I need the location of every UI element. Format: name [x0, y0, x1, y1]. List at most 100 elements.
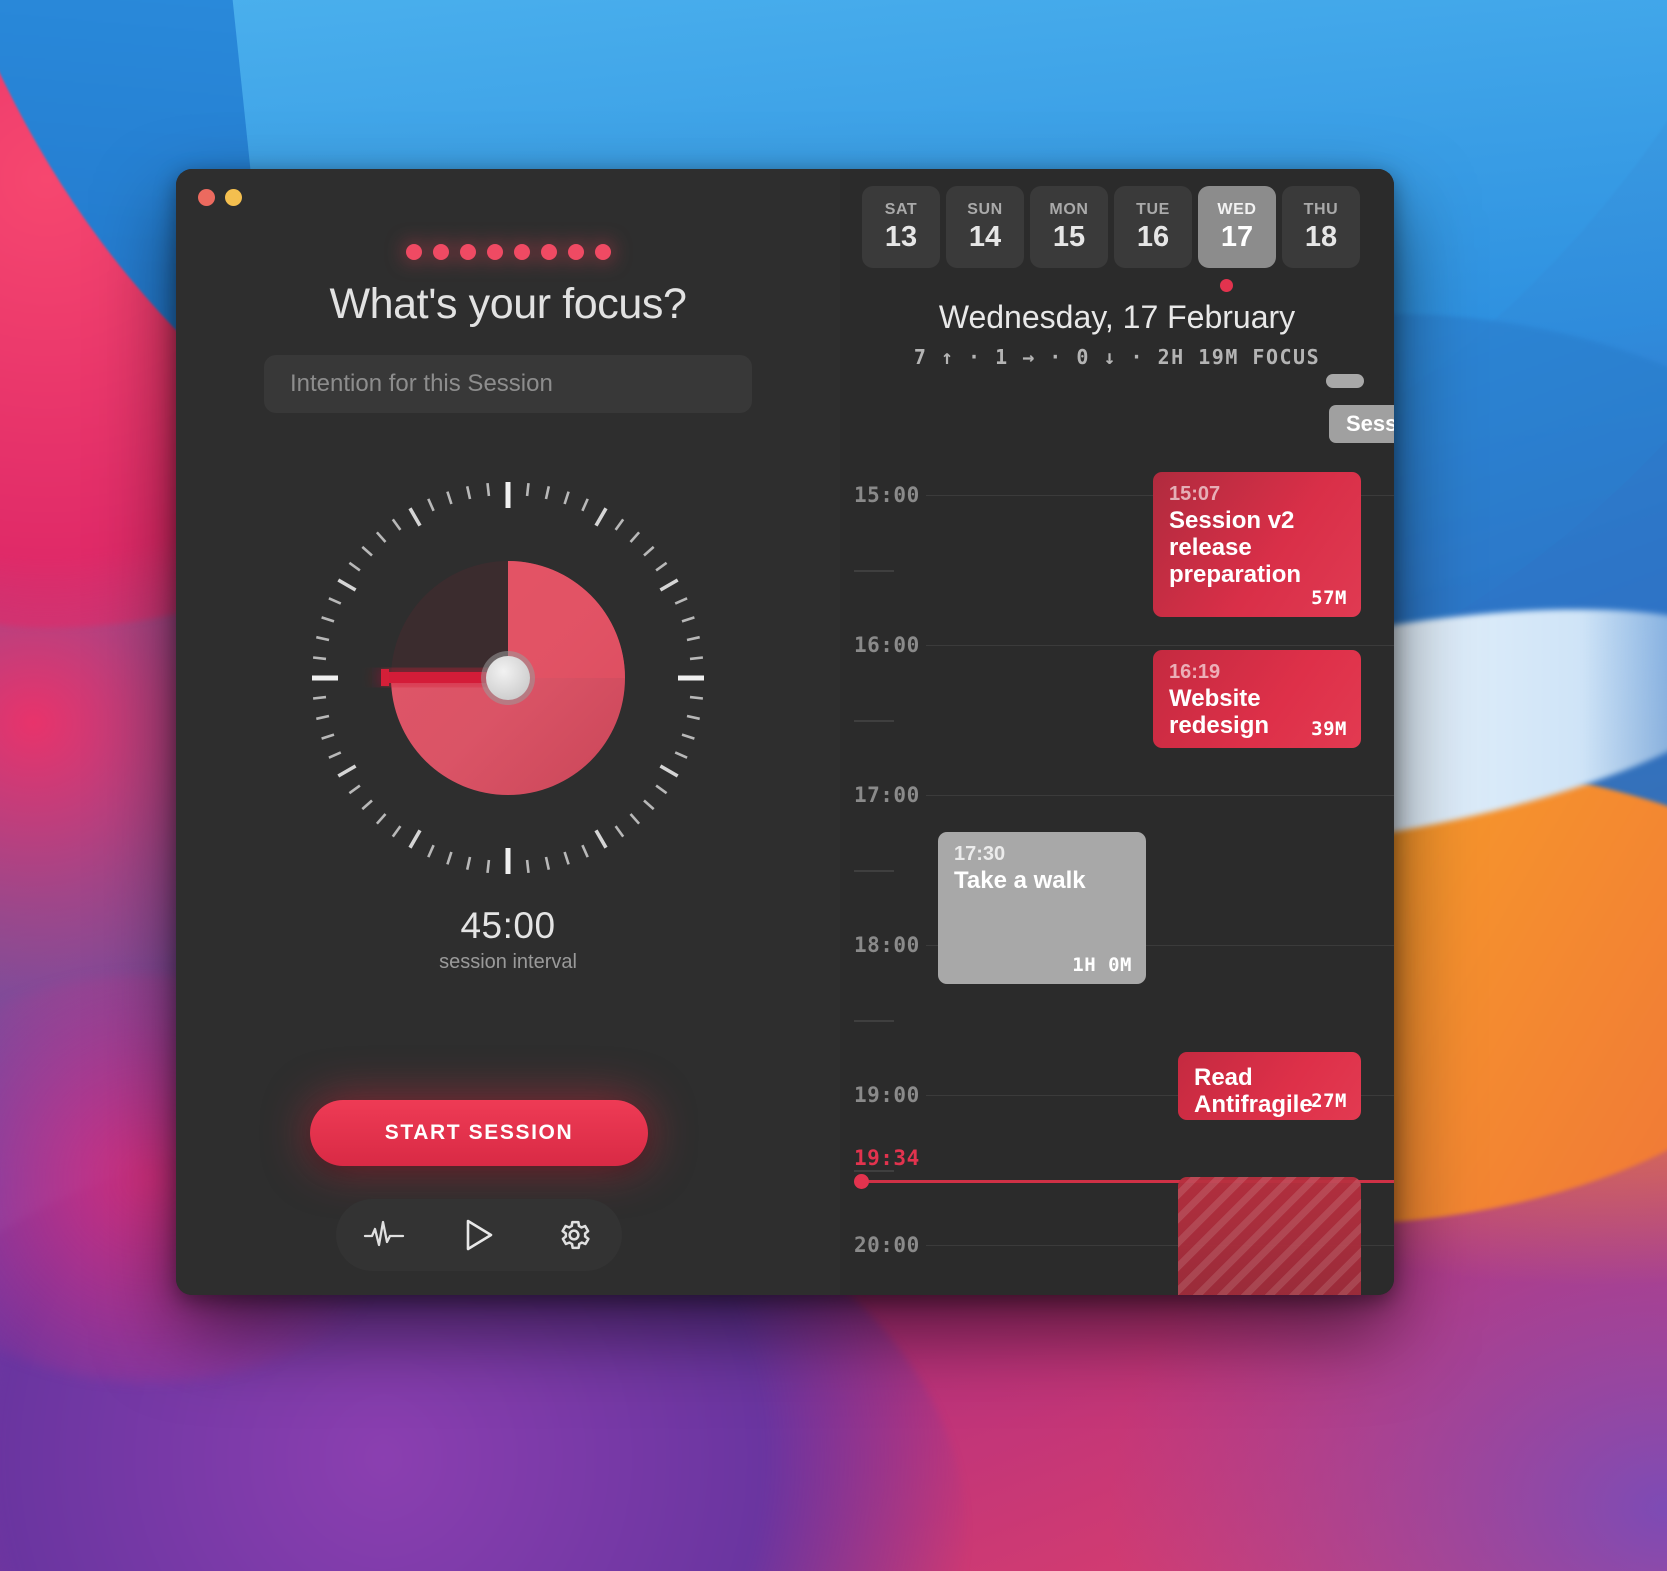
- day-chip-sun[interactable]: SUN 14: [946, 186, 1024, 268]
- gear-icon-button[interactable]: [548, 1209, 600, 1261]
- timeline-hour-line: [926, 645, 1394, 646]
- dial-tick: [581, 498, 589, 512]
- session-dial[interactable]: [303, 473, 713, 883]
- timeline-half-hour-tick: [854, 1020, 894, 1022]
- timer-label: session interval: [439, 951, 577, 973]
- day-chip-tue[interactable]: TUE 16: [1114, 186, 1192, 268]
- day-chip-wed[interactable]: WED 17: [1198, 186, 1276, 268]
- dial-tick: [321, 733, 335, 740]
- day-stats-line: 7 ↑ · 1 → · 0 ↓ · 2H 19M FOCUS: [913, 345, 1321, 369]
- timeline-hour-label: 18:00: [854, 933, 920, 957]
- dial-tick: [686, 714, 700, 721]
- day-chip-weekday: MON: [1049, 200, 1089, 218]
- day-chip-mon[interactable]: MON 15: [1030, 186, 1108, 268]
- start-session-button[interactable]: START SESSION: [310, 1100, 648, 1166]
- progress-dot: [567, 244, 584, 260]
- dial-tick: [348, 784, 361, 795]
- timeline-half-hour-tick: [854, 720, 894, 722]
- timeline-half-hour-tick: [854, 1170, 894, 1172]
- event-duration: 27M: [1311, 1090, 1347, 1112]
- progress-dot: [486, 244, 503, 260]
- event-duration: 1H 0M: [1072, 954, 1132, 976]
- pulse-icon-button[interactable]: [358, 1209, 410, 1261]
- dial-tick: [643, 799, 655, 811]
- timeline-event-card[interactable]: 17:30 Take a walk 1H 0M: [938, 832, 1146, 984]
- timeline-event-card[interactable]: 16:19 Website redesign 39M: [1153, 650, 1361, 748]
- dial-tick: [361, 799, 373, 811]
- dial-tick: [544, 486, 551, 500]
- event-start-time: 15:07: [1169, 483, 1221, 505]
- day-selector-strip: SAT 13 SUN 14 MON 15 TUE 16 WED 17 THU 18: [840, 186, 1360, 268]
- event-start-time: 17:30: [954, 843, 1006, 865]
- dial-tick: [312, 656, 327, 661]
- dial-tick: [614, 518, 625, 531]
- timeline-striped-block[interactable]: [1178, 1177, 1361, 1295]
- dial-tick: [391, 518, 402, 531]
- dial-tick: [316, 635, 330, 642]
- dial-tick: [337, 764, 357, 778]
- dial-tick: [465, 856, 472, 870]
- dial-tick: [581, 844, 589, 858]
- dial-tick: [375, 813, 387, 825]
- timeline-hour-label: 15:00: [854, 483, 920, 507]
- dial-tick: [544, 856, 551, 870]
- progress-segment: [1326, 374, 1364, 388]
- progress-dot: [540, 244, 557, 260]
- session-dial-graphic: [312, 482, 704, 874]
- event-duration: 57M: [1311, 587, 1347, 609]
- day-chip-sat[interactable]: SAT 13: [862, 186, 940, 268]
- timeline-event-card[interactable]: Read Antifragile 27M: [1178, 1052, 1361, 1120]
- dial-tick: [361, 545, 373, 557]
- dial-tick: [614, 825, 625, 838]
- dial-tick: [316, 714, 330, 721]
- timer-value: 45:00: [460, 905, 556, 946]
- dial-tick: [629, 531, 641, 543]
- dial-tick: [674, 597, 688, 605]
- dial-tick: [446, 851, 453, 865]
- day-chip-weekday: TUE: [1136, 200, 1170, 218]
- dial-tick: [594, 829, 608, 849]
- dial-tick: [465, 486, 472, 500]
- progress-dot: [432, 244, 449, 260]
- dial-tick: [659, 764, 679, 778]
- dial-tick: [563, 491, 570, 505]
- dial-tick: [337, 578, 357, 592]
- dial-tick: [525, 482, 530, 497]
- day-timeline[interactable]: 15:00 16:00 17:00 18:00 19:00 20:00 15:07 Sessi…: [840, 457, 1394, 1295]
- focus-app-window: What's your focus? Intention for this Se…: [176, 169, 1394, 1295]
- dial-tick: [594, 507, 608, 527]
- dial-tick: [408, 507, 422, 527]
- day-chip-date: 14: [968, 220, 1002, 253]
- progress-segment: [1364, 374, 1394, 388]
- day-chip-date: 13: [884, 220, 918, 253]
- dial-tick: [689, 695, 704, 700]
- day-chip-weekday: SAT: [884, 200, 918, 218]
- session-progress-dots: [405, 244, 611, 260]
- timeline-hour-line: [926, 795, 1394, 796]
- day-chip-date: 17: [1220, 220, 1254, 253]
- schedule-pane: SAT 13 SUN 14 MON 15 TUE 16 WED 17 THU 18 Wednesday…: [840, 169, 1394, 1295]
- day-chip-date: 18: [1304, 220, 1338, 253]
- intention-input[interactable]: [264, 355, 752, 413]
- dial-tick: [655, 561, 668, 572]
- dial-tick: [681, 616, 695, 623]
- day-chip-date: 16: [1136, 220, 1170, 253]
- dial-tick: [686, 635, 700, 642]
- page-title: Wednesday, 17 February: [938, 299, 1296, 335]
- progress-dot: [459, 244, 476, 260]
- dial-tick: [655, 784, 668, 795]
- event-title: Session v2 release preparation: [1169, 507, 1302, 588]
- timeline-hour-label: 19:00: [854, 1083, 920, 1107]
- day-chip-thu[interactable]: THU 18: [1282, 186, 1360, 268]
- timeline-event-card[interactable]: 15:07 Session v2 release preparation 57M: [1153, 472, 1361, 617]
- day-chip-weekday: THU: [1303, 200, 1339, 218]
- dial-tick: [321, 616, 335, 623]
- day-progress-bar[interactable]: [1326, 374, 1394, 388]
- current-session-banner[interactable]: Session - onboading: [1329, 405, 1394, 443]
- close-window-button[interactable]: [198, 189, 215, 206]
- dial-tick: [375, 531, 387, 543]
- play-icon-button[interactable]: [453, 1209, 505, 1261]
- minimize-window-button[interactable]: [225, 189, 242, 206]
- timeline-hour-label: 17:00: [854, 783, 920, 807]
- day-chip-weekday: SUN: [967, 200, 1003, 218]
